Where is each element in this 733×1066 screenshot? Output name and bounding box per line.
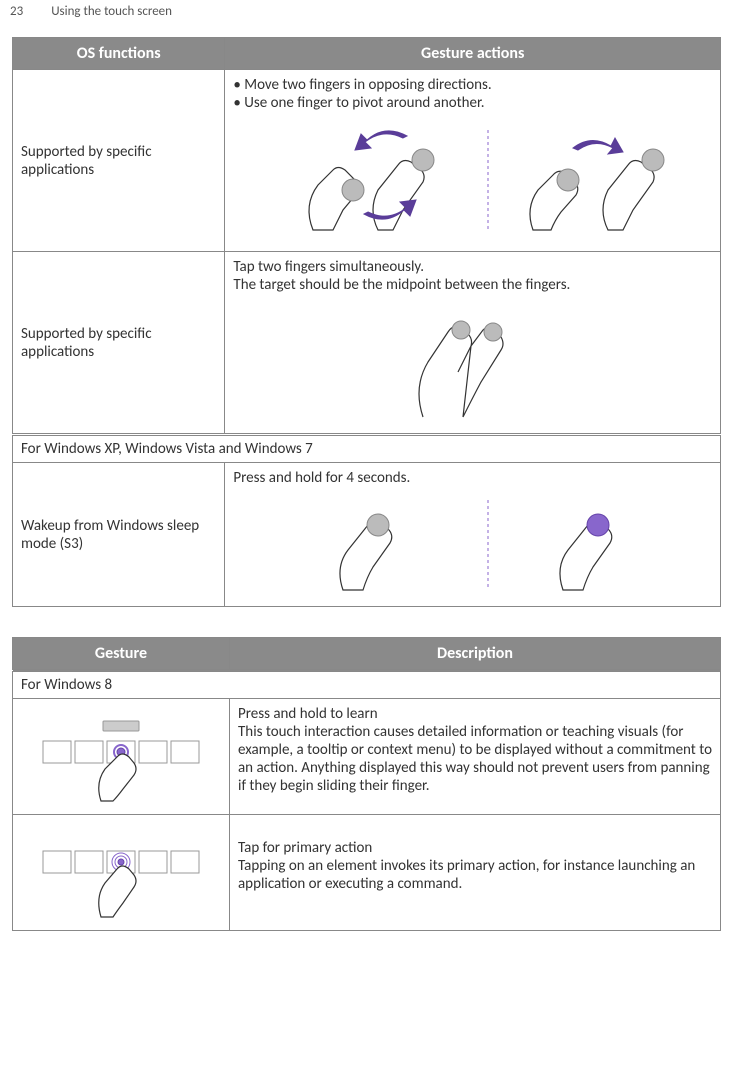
press-hold-diagram <box>233 495 712 600</box>
table-row: Tap for primary action Tapping on an ele… <box>13 815 721 931</box>
page-header: 23 Using the touch screen <box>0 0 733 37</box>
col2-header: Gesture actions <box>225 38 721 70</box>
instruction-text: The target should be the midpoint betwee… <box>233 276 712 294</box>
gesture-title: Tap for primary action <box>238 839 712 857</box>
gesture-cell <box>13 699 230 815</box>
section-label: For Windows 8 <box>13 671 721 699</box>
gesture-action-cell: Tap two fingers simultaneously. The targ… <box>225 252 721 435</box>
table-row: Press and hold to learn This touch inter… <box>13 699 721 815</box>
os-function-cell: Wakeup from Windows sleep mode (S3) <box>13 463 225 607</box>
gesture-cell <box>13 815 230 931</box>
section-row: For Windows XP, Windows Vista and Window… <box>13 435 721 463</box>
os-function-cell: Supported by specific applications <box>13 70 225 252</box>
page-number: 23 <box>10 4 23 19</box>
gesture-body: This touch interaction causes detailed i… <box>238 723 712 795</box>
description-cell: Tap for primary action Tapping on an ele… <box>230 815 721 931</box>
tap-tile-diagram <box>21 829 221 924</box>
gesture-title: Press and hold to learn <box>238 705 712 723</box>
section-label: For Windows XP, Windows Vista and Window… <box>13 435 721 463</box>
gesture-body: Tapping on an element invokes its primar… <box>238 857 712 893</box>
two-finger-tap-diagram <box>233 302 712 427</box>
page-title: Using the touch screen <box>51 4 172 19</box>
os-function-cell: Supported by specific applications <box>13 252 225 435</box>
section-row: For Windows 8 <box>13 671 721 699</box>
instruction-text: Press and hold for 4 seconds. <box>233 469 712 487</box>
col2-header: Description <box>230 638 721 671</box>
gesture-table-2: Gesture Description For Windows 8 <box>12 637 721 931</box>
bullet-text: • Move two fingers in opposing direction… <box>233 76 712 94</box>
table-row: Wakeup from Windows sleep mode (S3) Pres… <box>13 463 721 607</box>
gesture-action-cell: • Move two fingers in opposing direction… <box>225 70 721 252</box>
instruction-text: Tap two fingers simultaneously. <box>233 258 712 276</box>
col1-header: OS functions <box>13 38 225 70</box>
rotate-gesture-diagram <box>233 120 712 245</box>
gesture-table-1: OS functions Gesture actions Supported b… <box>12 37 721 607</box>
description-cell: Press and hold to learn This touch inter… <box>230 699 721 815</box>
col1-header: Gesture <box>13 638 230 671</box>
bullet-text: • Use one finger to pivot around another… <box>233 94 712 112</box>
table-row: Supported by specific applications • Mov… <box>13 70 721 252</box>
table-row: Supported by specific applications Tap t… <box>13 252 721 435</box>
gesture-action-cell: Press and hold for 4 seconds. <box>225 463 721 607</box>
press-hold-tile-diagram <box>21 713 221 808</box>
